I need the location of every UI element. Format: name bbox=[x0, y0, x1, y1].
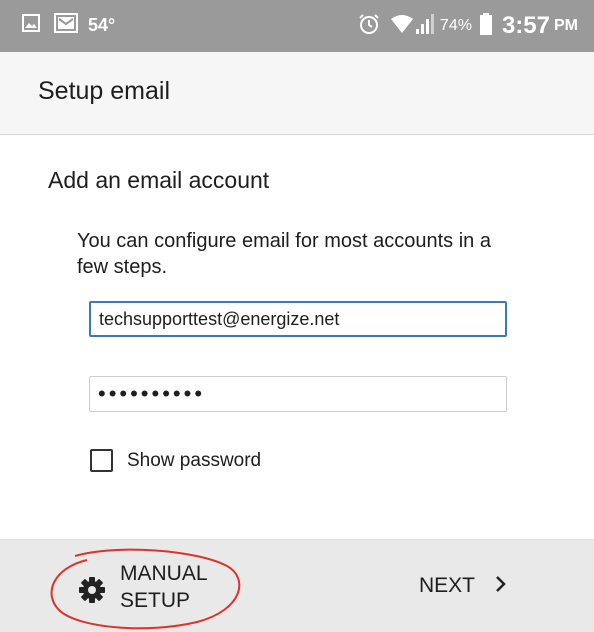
page-title: Setup email bbox=[38, 77, 171, 105]
status-right: 74% 3:57 PM bbox=[358, 12, 578, 40]
section-description: You can configure email for most account… bbox=[77, 230, 491, 278]
app-bar: Setup email bbox=[0, 52, 594, 135]
gear-icon bbox=[79, 577, 105, 608]
clock-time: 3:57 bbox=[501, 12, 550, 39]
battery-icon bbox=[479, 12, 492, 40]
manual-setup-button[interactable]: MANUAL SETUP bbox=[66, 560, 236, 620]
status-bar: 54° 74% 3:57 PM bbox=[0, 0, 594, 52]
chevron-right-icon bbox=[495, 575, 507, 598]
mail-icon bbox=[54, 13, 78, 38]
battery-percent: 74% bbox=[439, 17, 472, 34]
next-label: NEXT bbox=[419, 574, 476, 597]
show-password-checkbox[interactable] bbox=[90, 449, 113, 472]
section-title: Add an email account bbox=[48, 167, 270, 193]
signal-icon bbox=[415, 13, 434, 39]
status-left: 54° bbox=[22, 13, 115, 38]
email-field[interactable] bbox=[89, 301, 507, 337]
temperature-text: 54° bbox=[88, 15, 116, 35]
next-button[interactable]: NEXT bbox=[419, 571, 507, 601]
show-password-label[interactable]: Show password bbox=[127, 450, 261, 472]
image-icon bbox=[22, 14, 40, 37]
manual-setup-label: MANUAL SETUP bbox=[120, 562, 208, 612]
password-field[interactable] bbox=[89, 376, 507, 412]
wifi-icon bbox=[390, 14, 414, 39]
clock-ampm: PM bbox=[554, 17, 578, 34]
alarm-icon bbox=[358, 13, 380, 40]
